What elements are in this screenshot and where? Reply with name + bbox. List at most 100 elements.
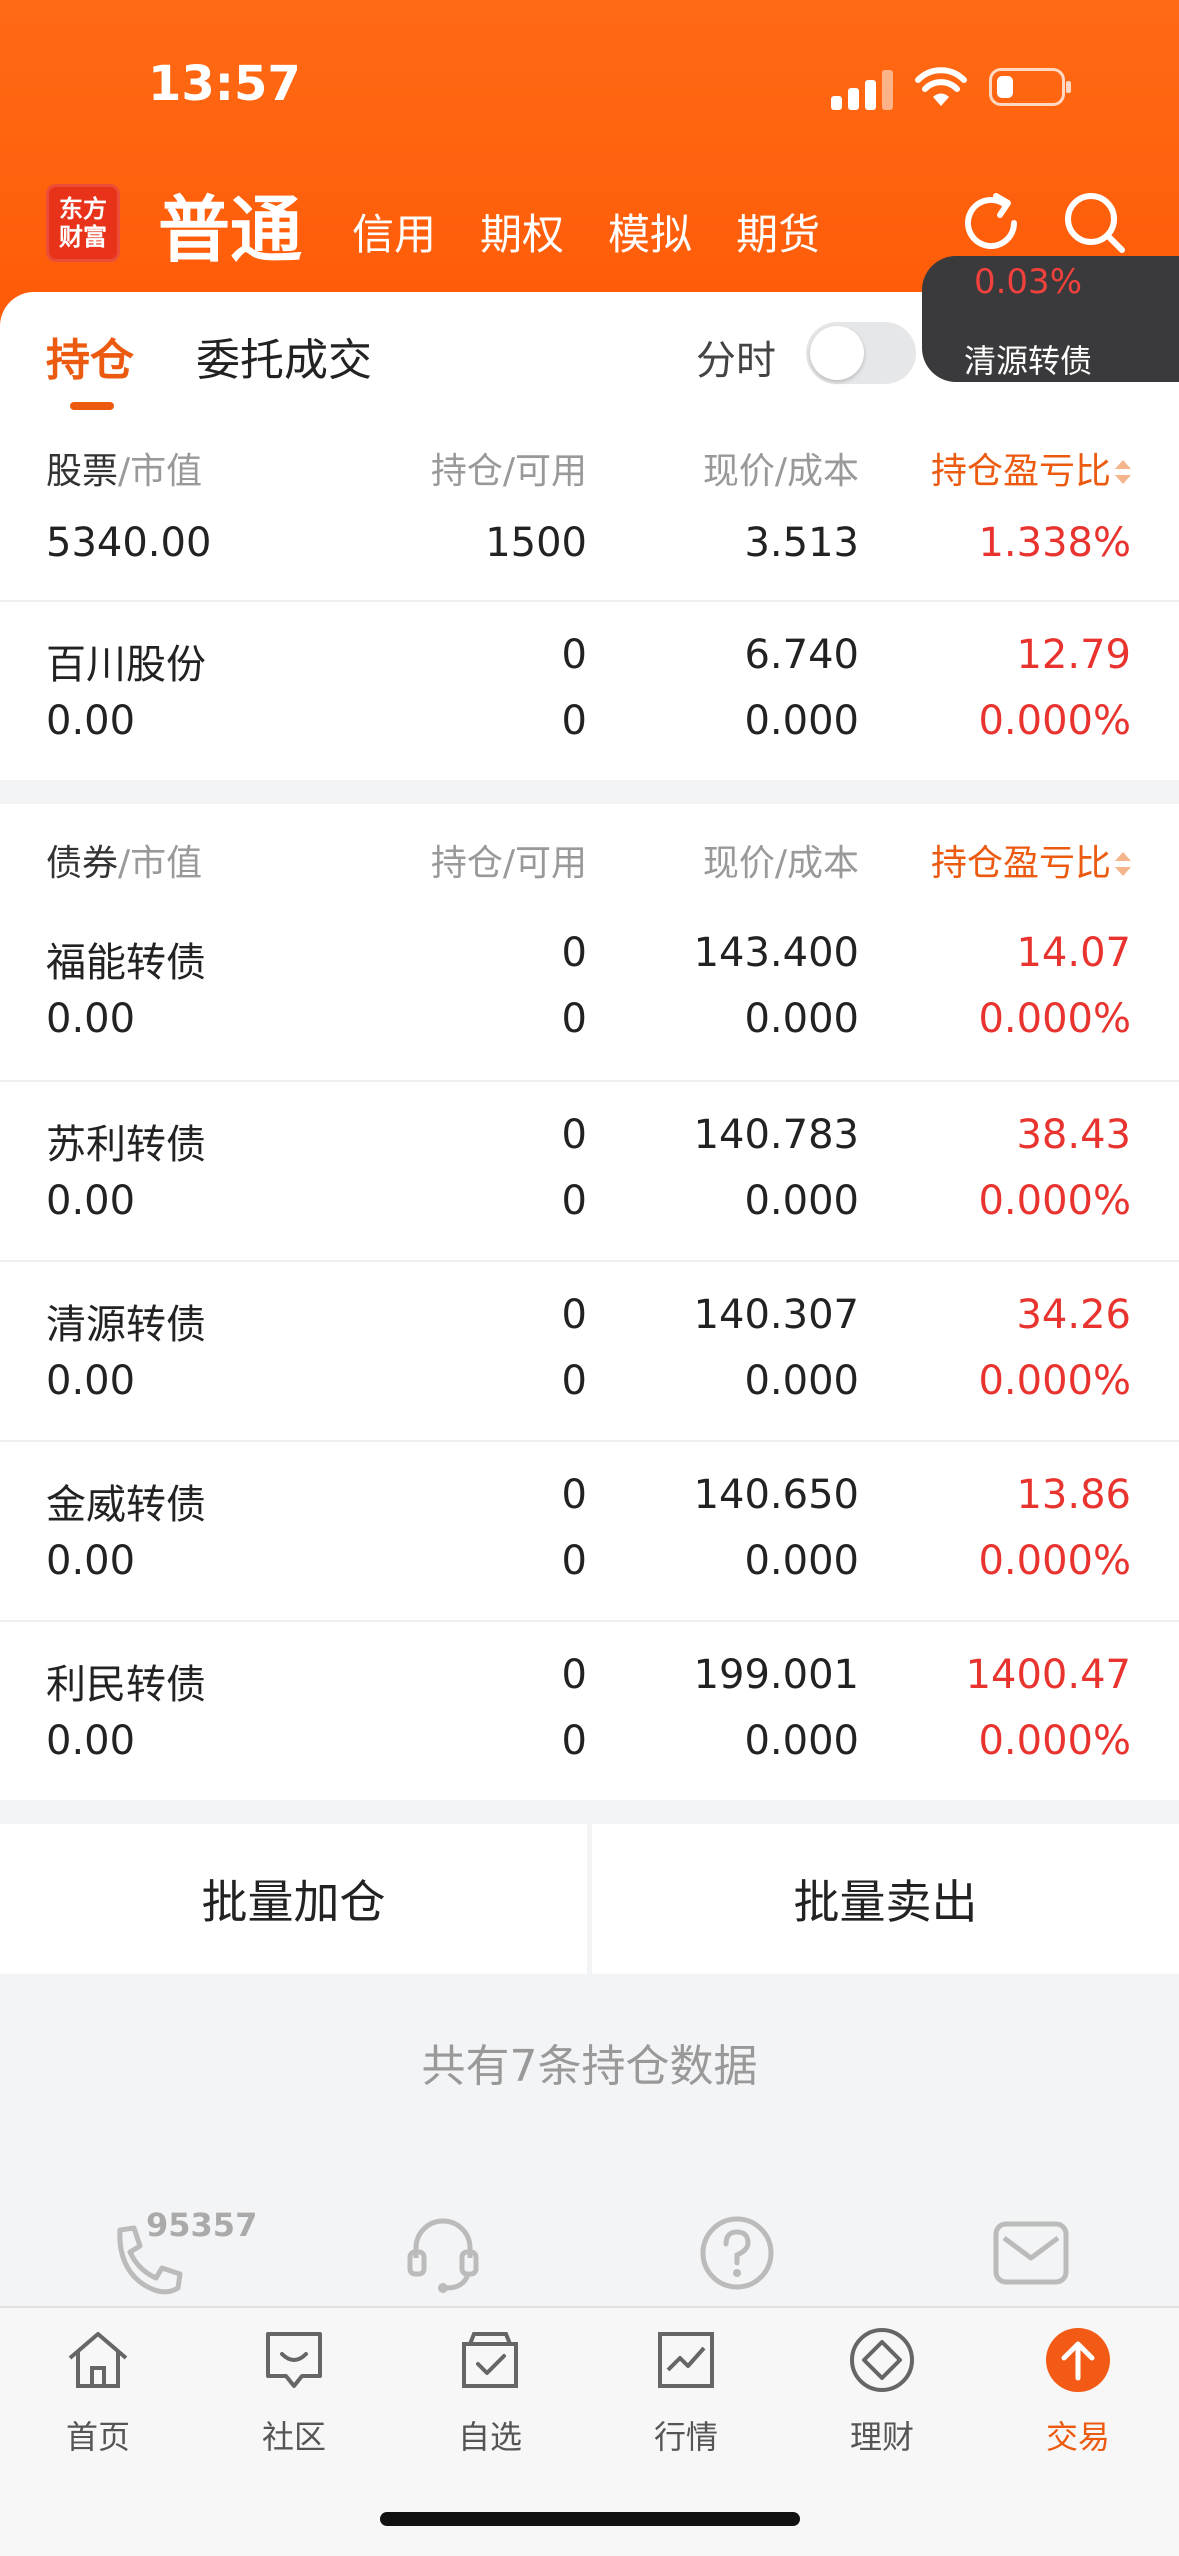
refresh-icon[interactable] bbox=[956, 188, 1026, 258]
row-name: 金威转债 bbox=[46, 1482, 206, 1528]
community-icon bbox=[266, 2332, 322, 2388]
row-position: 0 bbox=[561, 1472, 587, 1518]
table-row[interactable]: 苏利转债 0.00 0 0 140.783 0.000 38.43 0.000% bbox=[0, 1080, 1179, 1260]
row-name: 清源转债 bbox=[46, 1302, 206, 1348]
row-position: 0 bbox=[561, 930, 587, 976]
bond-column-header: 债券/市值 持仓/可用 现价/成本 持仓盈亏比 bbox=[0, 804, 1179, 904]
bond-section: 债券/市值 持仓/可用 现价/成本 持仓盈亏比 福能转债 0.00 0 0 14… bbox=[0, 804, 1179, 1800]
row-value: 0.00 bbox=[46, 1358, 136, 1404]
row-cost: 0.000 bbox=[744, 1358, 859, 1404]
row-cost: 0.000 bbox=[744, 996, 859, 1042]
row-price: 140.650 bbox=[693, 1472, 859, 1518]
row-cost: 0.000 bbox=[744, 698, 859, 744]
tab-orders[interactable]: 委托成交 bbox=[196, 324, 372, 388]
nav-community[interactable]: 社区 bbox=[196, 2324, 392, 2484]
floating-quote-name: 清源转债 bbox=[963, 342, 1092, 380]
row-pl-ratio: 0.000% bbox=[978, 698, 1131, 744]
trade-icon bbox=[1046, 2328, 1110, 2392]
watchlist-icon bbox=[462, 2332, 518, 2388]
row-price: 143.400 bbox=[693, 930, 859, 976]
row-price: 140.783 bbox=[693, 1112, 859, 1158]
tab-credit[interactable]: 信用 bbox=[352, 201, 436, 276]
floating-quote-percent: 0.03% bbox=[973, 262, 1082, 302]
row-pl-ratio: 0.000% bbox=[978, 1538, 1131, 1584]
floating-quote-widget[interactable]: 0.03% 清源转债 bbox=[922, 256, 1179, 382]
row-cost: 0.000 bbox=[744, 1718, 859, 1764]
bond-col-price: 现价/成本 bbox=[702, 843, 859, 884]
row-available: 0 bbox=[561, 1718, 587, 1764]
tab-normal[interactable]: 普通 bbox=[158, 171, 302, 276]
active-tab-indicator bbox=[70, 402, 114, 410]
nav-market[interactable]: 行情 bbox=[588, 2324, 784, 2484]
status-icons bbox=[831, 62, 1081, 112]
table-row[interactable]: 利民转债 0.00 0 0 199.001 0.000 1400.47 0.00… bbox=[0, 1620, 1179, 1800]
stock-total-position: 1500 bbox=[485, 520, 587, 566]
account-tabs: 普通 信用 期权 模拟 期货 bbox=[158, 176, 864, 276]
tab-simulation[interactable]: 模拟 bbox=[608, 201, 692, 276]
app-logo: 东方 财富 bbox=[46, 184, 120, 262]
help-icon[interactable] bbox=[692, 2208, 782, 2298]
table-row[interactable]: 福能转债 0.00 0 0 143.400 0.000 14.07 0.000% bbox=[0, 900, 1179, 1080]
row-pl-ratio: 0.000% bbox=[978, 1358, 1131, 1404]
stock-total-price: 3.513 bbox=[744, 520, 859, 566]
row-value: 0.00 bbox=[46, 1178, 136, 1224]
row-available: 0 bbox=[561, 1358, 587, 1404]
signal-icon bbox=[831, 70, 893, 110]
row-name: 福能转债 bbox=[46, 940, 206, 986]
toggle-knob bbox=[810, 326, 864, 380]
row-price: 6.740 bbox=[744, 632, 859, 678]
stock-col-pl-sort[interactable]: 持仓盈亏比 bbox=[931, 442, 1131, 494]
customer-service-icon[interactable] bbox=[398, 2208, 488, 2298]
stock-col-name: 股票/市值 bbox=[46, 451, 203, 492]
market-icon bbox=[658, 2332, 714, 2388]
nav-watchlist[interactable]: 自选 bbox=[392, 2324, 588, 2484]
row-price: 140.307 bbox=[693, 1292, 859, 1338]
bond-col-position: 持仓/可用 bbox=[430, 843, 587, 884]
row-pl: 12.79 bbox=[1016, 632, 1131, 678]
bond-col-pl-sort[interactable]: 持仓盈亏比 bbox=[931, 834, 1131, 886]
table-row[interactable]: 百川股份 0.00 0 0 6.740 0.000 12.79 0.000% bbox=[0, 600, 1179, 780]
row-position: 0 bbox=[561, 1112, 587, 1158]
row-available: 0 bbox=[561, 996, 587, 1042]
tab-futures[interactable]: 期货 bbox=[736, 201, 820, 276]
row-pl-ratio: 0.000% bbox=[978, 1718, 1131, 1764]
row-position: 0 bbox=[561, 632, 587, 678]
batch-add-button[interactable]: 批量加仓 bbox=[0, 1824, 587, 1974]
wifi-icon bbox=[915, 67, 967, 106]
nav-home[interactable]: 首页 bbox=[0, 2324, 196, 2484]
tab-options[interactable]: 期权 bbox=[480, 201, 564, 276]
home-indicator bbox=[380, 2512, 800, 2526]
row-name: 苏利转债 bbox=[46, 1122, 206, 1168]
status-time: 13:57 bbox=[148, 56, 301, 112]
table-row[interactable]: 金威转债 0.00 0 0 140.650 0.000 13.86 0.000% bbox=[0, 1440, 1179, 1620]
stock-col-price: 现价/成本 bbox=[702, 451, 859, 492]
row-available: 0 bbox=[561, 1538, 587, 1584]
nav-wealth[interactable]: 理财 bbox=[784, 2324, 980, 2484]
tab-positions[interactable]: 持仓 bbox=[46, 324, 134, 388]
row-value: 0.00 bbox=[46, 1718, 136, 1764]
row-cost: 0.000 bbox=[744, 1178, 859, 1224]
home-icon bbox=[68, 2332, 128, 2388]
row-pl-ratio: 0.000% bbox=[978, 1178, 1131, 1224]
nav-label: 自选 bbox=[457, 2418, 522, 2456]
row-pl-ratio: 0.000% bbox=[978, 996, 1131, 1042]
row-name: 百川股份 bbox=[46, 642, 206, 688]
row-value: 0.00 bbox=[46, 698, 136, 744]
message-icon[interactable] bbox=[986, 2208, 1076, 2298]
fenshi-toggle[interactable] bbox=[806, 322, 916, 384]
search-icon[interactable] bbox=[1060, 188, 1130, 258]
nav-label: 社区 bbox=[261, 2418, 326, 2456]
row-pl: 13.86 bbox=[1016, 1472, 1131, 1518]
nav-label: 行情 bbox=[653, 2418, 718, 2456]
stock-section: 股票/市值 持仓/可用 现价/成本 持仓盈亏比 5340.00 1500 3.5… bbox=[0, 412, 1179, 780]
batch-sell-button[interactable]: 批量卖出 bbox=[592, 1824, 1179, 1974]
row-pl: 38.43 bbox=[1016, 1112, 1131, 1158]
sort-icon bbox=[1113, 458, 1131, 488]
row-position: 0 bbox=[561, 1292, 587, 1338]
table-row[interactable]: 清源转债 0.00 0 0 140.307 0.000 34.26 0.000% bbox=[0, 1260, 1179, 1440]
nav-label: 首页 bbox=[65, 2418, 130, 2456]
stock-col-position: 持仓/可用 bbox=[430, 451, 587, 492]
nav-trade[interactable]: 交易 bbox=[980, 2324, 1176, 2484]
row-price: 199.001 bbox=[693, 1652, 859, 1698]
stock-column-header: 股票/市值 持仓/可用 现价/成本 持仓盈亏比 bbox=[0, 412, 1179, 512]
